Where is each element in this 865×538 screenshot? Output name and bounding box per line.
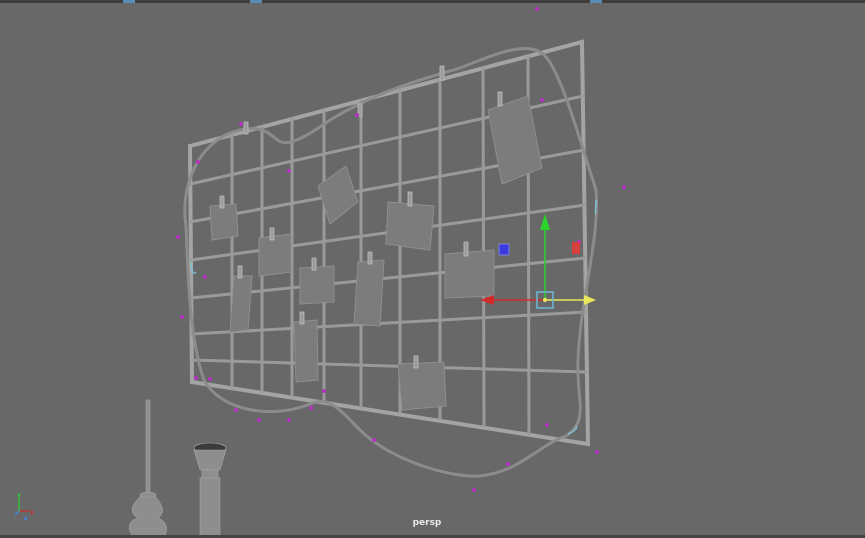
photo-card[interactable] [353, 259, 385, 327]
photo-card[interactable] [258, 233, 292, 277]
control-vertex[interactable] [194, 376, 198, 380]
clip-icon [439, 65, 445, 81]
clip-icon [269, 227, 275, 241]
z-axis-arrow-icon[interactable] [584, 295, 596, 305]
control-vertex[interactable] [287, 418, 291, 422]
control-vertex[interactable] [287, 169, 291, 173]
axis-indicator-x-label: x [30, 509, 34, 516]
photo-card[interactable] [209, 203, 239, 241]
control-vertex[interactable] [208, 377, 212, 381]
lamp-neck [201, 469, 219, 479]
control-vertex[interactable] [180, 315, 184, 319]
clip-icon [497, 91, 503, 107]
control-vertex[interactable] [372, 438, 376, 442]
clip-icon [407, 191, 413, 207]
plane-handle-red[interactable] [572, 242, 580, 254]
control-vertex[interactable] [622, 185, 626, 189]
control-vertex[interactable] [234, 408, 238, 412]
plane-handle-blue[interactable] [498, 243, 510, 256]
clip-icon [237, 265, 243, 279]
control-vertex[interactable] [535, 7, 539, 11]
grid-horizontal-bar [189, 310, 588, 336]
control-vertex[interactable] [203, 275, 207, 279]
control-vertex[interactable] [176, 235, 180, 239]
clip-icon [367, 251, 373, 265]
lamp-cup [193, 449, 227, 471]
control-vertex[interactable] [540, 98, 544, 102]
axis-orientation-indicator: x y z [14, 492, 34, 522]
control-vertex[interactable] [595, 450, 599, 454]
control-vertex[interactable] [196, 160, 200, 164]
center-pivot-dot[interactable] [543, 298, 547, 302]
control-vertex[interactable] [309, 406, 313, 410]
photo-card[interactable] [444, 249, 495, 299]
control-vertex[interactable] [545, 423, 549, 427]
move-manipulator[interactable] [480, 214, 596, 309]
lamp-shaft [199, 477, 221, 538]
photo-card[interactable] [229, 275, 253, 333]
photo-card[interactable] [385, 201, 435, 251]
lamp-post[interactable] [193, 442, 227, 538]
axis-indicator-z [14, 510, 20, 516]
perspective-viewport[interactable]: x y z persp [0, 0, 865, 538]
grid-vertical-bar [481, 67, 486, 428]
clip-icon [219, 195, 225, 209]
control-vertex[interactable] [239, 122, 243, 126]
control-vertex[interactable] [506, 462, 510, 466]
photo-card[interactable] [397, 361, 447, 411]
clip-icon [311, 257, 317, 271]
photo-card[interactable] [293, 319, 319, 383]
clip-icon [413, 355, 419, 369]
control-vertex[interactable] [322, 389, 326, 393]
control-vertex[interactable] [472, 488, 476, 492]
axis-indicator-z-label: z [24, 515, 28, 522]
photo-card[interactable] [299, 265, 335, 305]
axis-indicator-y-label: y [17, 492, 21, 499]
clip-icon [243, 121, 249, 135]
camera-name-label: persp [412, 518, 442, 528]
candle-base [128, 496, 167, 538]
control-vertex[interactable] [257, 418, 261, 422]
control-vertex[interactable] [355, 113, 359, 117]
clip-icon [463, 241, 469, 257]
photo-card[interactable] [487, 95, 543, 185]
scene-canvas[interactable]: x y z [0, 0, 865, 538]
candle-stand[interactable] [128, 399, 167, 538]
y-axis-arrow-icon[interactable] [540, 214, 550, 230]
candle-stick [145, 399, 151, 493]
clip-icon [299, 311, 305, 325]
